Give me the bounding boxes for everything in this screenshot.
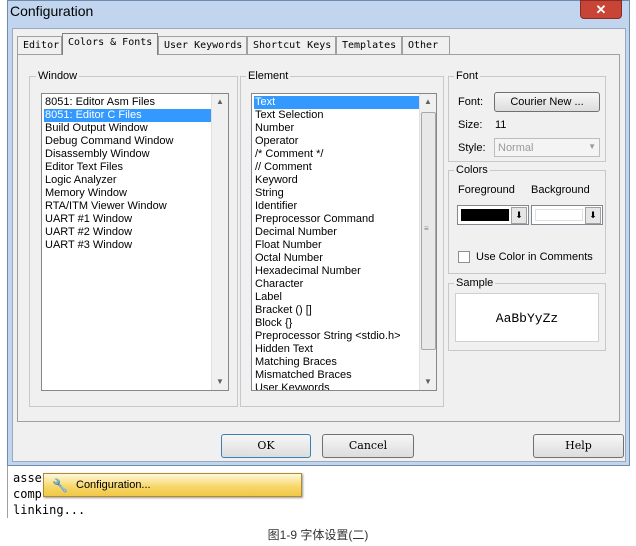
- font-button[interactable]: Courier New ...: [494, 92, 600, 112]
- list-item[interactable]: UART #2 Window: [44, 226, 211, 239]
- list-item[interactable]: Octal Number: [254, 252, 419, 265]
- element-group-label: Element: [246, 70, 291, 82]
- list-item[interactable]: /* Comment */: [254, 148, 419, 161]
- list-item[interactable]: Memory Window: [44, 187, 211, 200]
- output-line: comp: [13, 487, 42, 501]
- ok-button[interactable]: OK: [221, 434, 311, 458]
- list-item[interactable]: Text Selection: [254, 109, 419, 122]
- list-item[interactable]: Block {}: [254, 317, 419, 330]
- background-swatch: [535, 209, 583, 221]
- scroll-down-icon[interactable]: ▼: [212, 374, 228, 390]
- chevron-down-icon: ▼: [588, 142, 596, 151]
- window-group-label: Window: [36, 70, 80, 82]
- style-select[interactable]: Normal ▼: [494, 138, 600, 157]
- list-item[interactable]: Character: [254, 278, 419, 291]
- list-item[interactable]: Label: [254, 291, 419, 304]
- list-item[interactable]: Editor Text Files: [44, 161, 211, 174]
- list-item[interactable]: Decimal Number: [254, 226, 419, 239]
- close-button[interactable]: ✕: [580, 0, 622, 19]
- sample-group-label: Sample: [454, 277, 496, 289]
- list-item[interactable]: Hexadecimal Number: [254, 265, 419, 278]
- grip-icon: ≡: [424, 224, 429, 233]
- tab-shortcut-keys[interactable]: Shortcut Keys: [247, 36, 336, 54]
- list-item[interactable]: UART #1 Window: [44, 213, 211, 226]
- close-icon: ✕: [595, 2, 607, 17]
- list-item[interactable]: Preprocessor Command: [254, 213, 419, 226]
- scroll-down-icon[interactable]: ▼: [420, 374, 436, 390]
- foreground-color-picker[interactable]: ⬇: [457, 205, 529, 225]
- foreground-swatch: [461, 209, 509, 221]
- list-item[interactable]: Logic Analyzer: [44, 174, 211, 187]
- list-item[interactable]: Hidden Text: [254, 343, 419, 356]
- list-item[interactable]: Identifier: [254, 200, 419, 213]
- dropdown-arrow-icon[interactable]: ⬇: [511, 207, 527, 224]
- font-group-label: Font: [454, 70, 481, 82]
- style-select-value: Normal: [498, 142, 534, 154]
- tab-user-keywords[interactable]: User Keywords: [158, 36, 247, 54]
- font-label: Font:: [458, 96, 484, 108]
- figure-caption: 图1-9 字体设置(二): [267, 528, 369, 542]
- scroll-up-icon[interactable]: ▲: [212, 94, 228, 110]
- sample-preview: AaBbYyZz: [455, 293, 599, 342]
- use-color-in-comments-checkbox[interactable]: [458, 251, 470, 263]
- list-item[interactable]: Build Output Window: [44, 122, 211, 135]
- list-item[interactable]: Float Number: [254, 239, 419, 252]
- element-list-scrollbar[interactable]: ▲ ≡ ▼: [419, 94, 436, 390]
- dropdown-arrow-icon[interactable]: ⬇: [585, 207, 601, 224]
- tab-colors-fonts[interactable]: Colors & Fonts: [62, 33, 158, 55]
- dialog-title: Configuration: [10, 3, 94, 19]
- list-item[interactable]: 8051: Editor C Files: [44, 109, 211, 122]
- context-menu-item-configuration[interactable]: 🔧 Configuration...: [43, 473, 302, 497]
- colors-group-label: Colors: [454, 164, 490, 176]
- list-item[interactable]: String: [254, 187, 419, 200]
- tab-other[interactable]: Other: [402, 36, 450, 54]
- menu-item-label: Configuration...: [76, 479, 151, 491]
- list-item[interactable]: Debug Command Window: [44, 135, 211, 148]
- tab-templates[interactable]: Templates: [336, 36, 402, 54]
- background-label: Background: [531, 184, 590, 196]
- list-item[interactable]: 8051: Editor Asm Files: [44, 96, 211, 109]
- list-item[interactable]: Matching Braces: [254, 356, 419, 369]
- list-item[interactable]: User Keywords: [254, 382, 419, 390]
- list-item[interactable]: Preprocessor String <stdio.h>: [254, 330, 419, 343]
- scroll-up-icon[interactable]: ▲: [420, 94, 436, 110]
- list-item[interactable]: Mismatched Braces: [254, 369, 419, 382]
- size-value: 11: [495, 119, 507, 131]
- help-button[interactable]: Help: [533, 434, 624, 458]
- foreground-label: Foreground: [458, 184, 515, 196]
- list-item[interactable]: Operator: [254, 135, 419, 148]
- output-line: asse: [13, 471, 42, 485]
- sample-text: AaBbYyZz: [495, 311, 559, 326]
- list-item[interactable]: Number: [254, 122, 419, 135]
- window-list-scrollbar[interactable]: ▲ ▼: [211, 94, 228, 390]
- wrench-icon: 🔧: [52, 478, 69, 493]
- list-item[interactable]: Disassembly Window: [44, 148, 211, 161]
- background-color-picker[interactable]: ⬇: [531, 205, 603, 225]
- style-label: Style:: [458, 142, 486, 154]
- list-item[interactable]: Text: [254, 96, 419, 109]
- list-item[interactable]: // Comment: [254, 161, 419, 174]
- tab-editor[interactable]: Editor: [17, 36, 62, 54]
- window-listbox[interactable]: UART #3 Window UART #2 Window UART #1 Wind…: [41, 93, 229, 391]
- cancel-button[interactable]: Cancel: [322, 434, 414, 458]
- element-listbox[interactable]: User Keywords Mismatched Braces Matching B…: [251, 93, 437, 391]
- list-item[interactable]: UART #3 Window: [44, 239, 211, 252]
- use-color-in-comments-label: Use Color in Comments: [476, 251, 593, 263]
- list-item[interactable]: Keyword: [254, 174, 419, 187]
- list-item[interactable]: RTA/ITM Viewer Window: [44, 200, 211, 213]
- list-item[interactable]: Bracket () []: [254, 304, 419, 317]
- output-line: linking...: [13, 503, 86, 517]
- size-label: Size:: [458, 119, 483, 131]
